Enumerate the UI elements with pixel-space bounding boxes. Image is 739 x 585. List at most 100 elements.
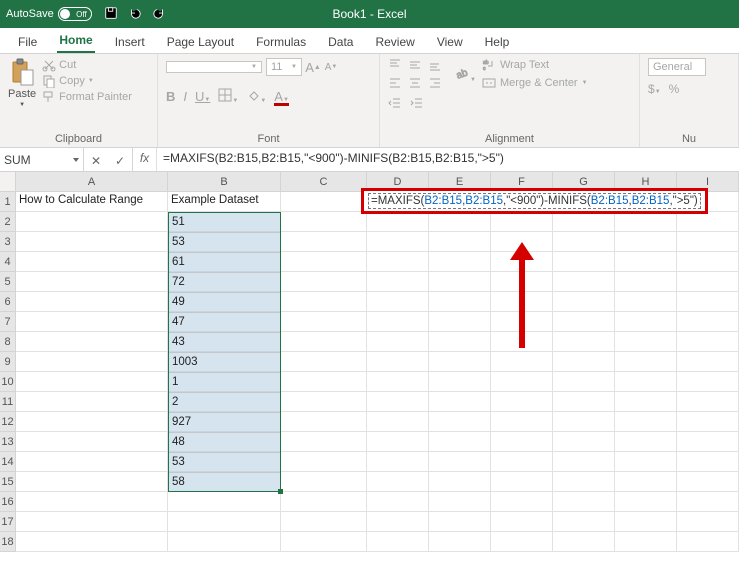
cell[interactable] — [677, 452, 739, 472]
cell[interactable] — [367, 392, 429, 412]
cell[interactable] — [367, 252, 429, 272]
cell[interactable] — [16, 352, 168, 372]
name-box[interactable]: SUM — [0, 148, 84, 171]
cell[interactable]: Example Dataset — [168, 192, 281, 212]
cell[interactable] — [491, 352, 553, 372]
cell[interactable] — [16, 392, 168, 412]
cell[interactable] — [429, 392, 491, 412]
cell[interactable] — [615, 372, 677, 392]
cell[interactable] — [281, 372, 367, 392]
cell[interactable] — [367, 212, 429, 232]
cell[interactable] — [367, 312, 429, 332]
cell[interactable] — [281, 512, 367, 532]
cell[interactable] — [615, 332, 677, 352]
cell[interactable]: 1 — [168, 372, 281, 392]
cell[interactable] — [16, 232, 168, 252]
row-header[interactable]: 6 — [0, 292, 16, 312]
cell[interactable]: 58 — [168, 472, 281, 492]
format-painter-button[interactable]: Format Painter — [42, 90, 132, 104]
cell[interactable] — [16, 292, 168, 312]
font-name-select[interactable]: ▼ — [166, 61, 262, 73]
cell[interactable] — [429, 372, 491, 392]
cell[interactable] — [429, 332, 491, 352]
cell[interactable] — [429, 292, 491, 312]
cell[interactable] — [553, 392, 615, 412]
cell[interactable] — [281, 432, 367, 452]
cell[interactable] — [677, 252, 739, 272]
cell[interactable] — [429, 412, 491, 432]
tab-home[interactable]: Home — [57, 29, 94, 53]
cell[interactable] — [367, 412, 429, 432]
cell[interactable]: 53 — [168, 452, 281, 472]
cell[interactable] — [281, 212, 367, 232]
cell[interactable] — [429, 352, 491, 372]
autosave-switch[interactable]: Off — [58, 7, 92, 21]
cell[interactable] — [429, 452, 491, 472]
row-header[interactable]: 18 — [0, 532, 16, 552]
cell[interactable] — [168, 492, 281, 512]
cell[interactable] — [553, 372, 615, 392]
tab-review[interactable]: Review — [373, 31, 416, 53]
autosave-toggle[interactable]: AutoSave Off — [6, 7, 92, 21]
cell[interactable] — [16, 412, 168, 432]
cell[interactable] — [367, 532, 429, 552]
cell[interactable] — [615, 532, 677, 552]
save-icon[interactable] — [104, 6, 118, 23]
row-header[interactable]: 11 — [0, 392, 16, 412]
cell[interactable] — [553, 332, 615, 352]
cell[interactable] — [491, 272, 553, 292]
cell[interactable] — [16, 532, 168, 552]
cell[interactable] — [615, 492, 677, 512]
align-middle-icon[interactable] — [408, 58, 422, 72]
cell[interactable] — [677, 512, 739, 532]
cell[interactable] — [16, 492, 168, 512]
cell[interactable] — [367, 332, 429, 352]
cell[interactable] — [553, 412, 615, 432]
cell[interactable]: How to Calculate Range — [16, 192, 168, 212]
cell[interactable] — [677, 232, 739, 252]
cell[interactable] — [615, 212, 677, 232]
tab-page-layout[interactable]: Page Layout — [165, 31, 236, 53]
cell[interactable] — [615, 512, 677, 532]
cell[interactable] — [553, 532, 615, 552]
cell[interactable]: 61 — [168, 252, 281, 272]
cell[interactable] — [491, 252, 553, 272]
italic-button[interactable]: I — [183, 89, 187, 104]
merge-center-button[interactable]: Merge & Center▼ — [482, 76, 588, 90]
cell[interactable] — [429, 472, 491, 492]
cell[interactable] — [281, 392, 367, 412]
tab-help[interactable]: Help — [483, 31, 512, 53]
increase-indent-icon[interactable] — [410, 96, 424, 113]
cell[interactable] — [367, 472, 429, 492]
cell[interactable] — [553, 352, 615, 372]
cell[interactable] — [16, 252, 168, 272]
cell[interactable] — [677, 532, 739, 552]
row-header[interactable]: 8 — [0, 332, 16, 352]
cell[interactable] — [16, 212, 168, 232]
cell[interactable]: 53 — [168, 232, 281, 252]
chevron-down-icon[interactable] — [73, 158, 79, 162]
increase-font-icon[interactable]: A▲ — [306, 60, 320, 74]
cell[interactable] — [677, 332, 739, 352]
cell[interactable] — [367, 372, 429, 392]
cell[interactable] — [553, 252, 615, 272]
cell[interactable] — [367, 292, 429, 312]
cell[interactable]: 49 — [168, 292, 281, 312]
row-header[interactable]: 17 — [0, 512, 16, 532]
cell[interactable] — [281, 412, 367, 432]
cell[interactable] — [16, 312, 168, 332]
row-header[interactable]: 13 — [0, 432, 16, 452]
row-header[interactable]: 16 — [0, 492, 16, 512]
cell[interactable] — [491, 512, 553, 532]
font-size-select[interactable]: 11▼ — [266, 58, 302, 76]
cell[interactable] — [281, 492, 367, 512]
cell[interactable] — [281, 292, 367, 312]
row-header[interactable]: 5 — [0, 272, 16, 292]
cell[interactable] — [281, 312, 367, 332]
cell[interactable] — [615, 452, 677, 472]
cell[interactable] — [491, 472, 553, 492]
undo-icon[interactable] — [128, 6, 142, 23]
wrap-text-button[interactable]: abcWrap Text — [482, 58, 588, 72]
cell[interactable] — [553, 452, 615, 472]
tab-insert[interactable]: Insert — [113, 31, 147, 53]
